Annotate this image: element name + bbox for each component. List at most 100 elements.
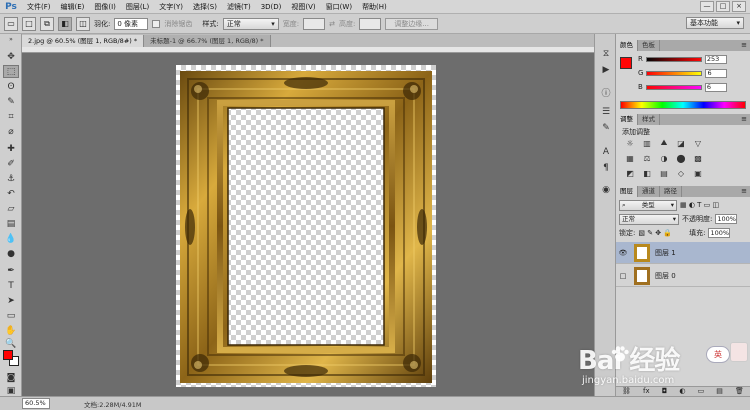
healing-brush-tool-icon[interactable]: ✚ — [3, 142, 19, 155]
info-panel-icon[interactable]: ⓘ — [599, 86, 613, 99]
blue-value[interactable]: 6 — [704, 82, 727, 92]
menu-file[interactable]: 文件(F) — [22, 2, 56, 12]
hand-tool-icon[interactable]: ✋ — [3, 324, 19, 337]
dodge-tool-icon[interactable]: ● — [3, 247, 19, 260]
blur-tool-icon[interactable]: 💧 — [3, 232, 19, 245]
collapse-icon[interactable]: » — [3, 36, 19, 43]
paragraph-panel-icon[interactable]: ¶ — [599, 162, 613, 174]
menu-help[interactable]: 帮助(H) — [357, 2, 392, 12]
properties-panel-icon[interactable]: ☰ — [599, 106, 613, 118]
style-select[interactable]: 正常 ▾ — [222, 17, 279, 30]
crop-tool-icon[interactable]: ⌗ — [3, 110, 19, 123]
width-input[interactable] — [303, 17, 326, 30]
red-value[interactable]: 253 — [704, 54, 727, 64]
quick-select-tool-icon[interactable]: ✎ — [3, 95, 19, 108]
antialias-checkbox[interactable] — [152, 19, 161, 28]
pen-tool-icon[interactable]: ✒ — [3, 264, 19, 277]
menu-window[interactable]: 窗口(W) — [321, 2, 357, 12]
foreground-color-swatch[interactable] — [3, 350, 13, 360]
subtract-selection-icon[interactable]: ◧ — [58, 16, 72, 31]
height-input[interactable] — [359, 17, 382, 30]
minimize-button[interactable]: — — [700, 1, 714, 12]
invert-icon[interactable]: ◩ — [624, 168, 636, 178]
visibility-toggle[interactable]: □ — [616, 272, 630, 280]
move-tool-icon[interactable]: ✥ — [3, 50, 19, 63]
new-selection-icon[interactable]: □ — [22, 16, 36, 31]
hue-saturation-icon[interactable]: ▦ — [624, 153, 636, 163]
tab-styles[interactable]: 样式 — [638, 114, 660, 125]
green-slider[interactable] — [646, 70, 703, 76]
posterize-icon[interactable]: ◧ — [641, 168, 653, 178]
zoom-level-field[interactable]: 60.5% — [22, 398, 50, 409]
blend-mode-select[interactable]: 正常 ▾ — [619, 213, 679, 225]
color-spectrum[interactable] — [620, 101, 746, 109]
layer-row[interactable]: □ 图层 0 — [616, 265, 750, 287]
layer-filter-select[interactable]: ⌕ 类型 ▾ — [619, 199, 677, 211]
tab-document-2[interactable]: 未标题-1 @ 66.7% (图层 1, RGB/8) * — [144, 35, 271, 47]
eyedropper-tool-icon[interactable]: ⌀ — [3, 125, 19, 138]
vibrance-icon[interactable]: ▽ — [692, 138, 704, 148]
photo-filter-icon[interactable]: ⬤ — [675, 153, 687, 163]
panel-menu-icon[interactable]: ≡ — [741, 40, 747, 51]
clone-stamp-tool-icon[interactable]: ⚓ — [3, 172, 19, 185]
workspace-select[interactable]: 基本功能 ▾ — [686, 17, 744, 29]
red-slider[interactable] — [645, 56, 702, 62]
refine-edge-button[interactable]: 调整边缘... — [385, 17, 438, 30]
layer-row[interactable]: 👁 图层 1 — [616, 242, 750, 264]
add-selection-icon[interactable]: ⧉ — [40, 16, 54, 31]
menu-image[interactable]: 图像(I) — [89, 2, 121, 12]
menu-3d[interactable]: 3D(D) — [256, 3, 287, 11]
layer-name[interactable]: 图层 1 — [655, 248, 676, 258]
lock-icons[interactable]: ▧ ✎ ✥ 🔒 — [638, 229, 672, 237]
brush-tool-icon[interactable]: ✐ — [3, 157, 19, 170]
selective-color-icon[interactable]: ◇ — [675, 168, 687, 178]
green-value[interactable]: 6 — [705, 68, 728, 78]
eye-icon[interactable]: 👁 — [616, 249, 630, 257]
close-button[interactable]: × — [732, 1, 746, 12]
levels-icon[interactable]: ▥ — [641, 138, 653, 148]
black-white-icon[interactable]: ◑ — [658, 153, 670, 163]
ime-indicator[interactable]: 英 — [706, 346, 730, 363]
menu-select[interactable]: 选择(S) — [188, 2, 222, 12]
panel-menu-icon[interactable]: ≡ — [741, 186, 747, 197]
type-tool-icon[interactable]: T — [3, 279, 19, 292]
quick-mask-icon[interactable]: ◙ — [3, 371, 19, 384]
shape-tool-icon[interactable]: ▭ — [3, 309, 19, 322]
tab-adjustments[interactable]: 调整 — [616, 114, 638, 125]
tab-paths[interactable]: 路径 — [660, 186, 682, 197]
threshold-icon[interactable]: ▤ — [658, 168, 670, 178]
opacity-input[interactable]: 100% — [715, 214, 738, 224]
character-panel-icon[interactable]: A — [599, 146, 613, 158]
history-panel-icon[interactable]: ⧖ — [599, 48, 613, 60]
color-balance-icon[interactable]: ⚖ — [641, 153, 653, 163]
intersect-selection-icon[interactable]: ◫ — [76, 16, 90, 31]
menu-edit[interactable]: 编辑(E) — [56, 2, 90, 12]
path-select-tool-icon[interactable]: ➤ — [3, 294, 19, 307]
menu-type[interactable]: 文字(Y) — [154, 2, 188, 12]
color-foreground-swatch[interactable] — [620, 57, 632, 69]
tab-document-1[interactable]: 2.jpg @ 60.5% (图层 1, RGB/8#) * — [22, 35, 145, 47]
feather-input[interactable]: 0 像素 — [114, 17, 149, 30]
layer-name[interactable]: 图层 0 — [655, 271, 676, 281]
filter-icons[interactable]: ▦ ◐ T ▭ ◫ — [680, 201, 719, 209]
menu-filter[interactable]: 滤镜(T) — [222, 2, 256, 12]
marquee-tool-icon[interactable]: ⬚ — [3, 65, 19, 78]
channel-mixer-icon[interactable]: ▩ — [692, 153, 704, 163]
curves-icon[interactable]: ⛰ — [658, 138, 670, 148]
marquee-preset-icon[interactable]: ▭ — [4, 16, 18, 31]
maximize-button[interactable]: □ — [716, 1, 730, 12]
blue-slider[interactable] — [645, 84, 702, 90]
gradient-tool-icon[interactable]: ▤ — [3, 217, 19, 230]
lasso-tool-icon[interactable]: ʘ — [3, 80, 19, 93]
gradient-map-icon[interactable]: ▣ — [692, 168, 704, 178]
eraser-tool-icon[interactable]: ▱ — [3, 202, 19, 215]
actions-panel-icon[interactable]: ▶ — [599, 64, 613, 76]
timeline-panel-icon[interactable]: ◉ — [599, 184, 613, 196]
history-brush-tool-icon[interactable]: ↶ — [3, 187, 19, 200]
tab-swatches[interactable]: 色板 — [638, 40, 660, 51]
tab-color[interactable]: 颜色 — [616, 40, 638, 51]
menu-view[interactable]: 视图(V) — [286, 2, 320, 12]
tab-channels[interactable]: 通道 — [638, 186, 660, 197]
canvas[interactable] — [176, 65, 436, 387]
swap-icon[interactable]: ⇄ — [329, 20, 335, 28]
